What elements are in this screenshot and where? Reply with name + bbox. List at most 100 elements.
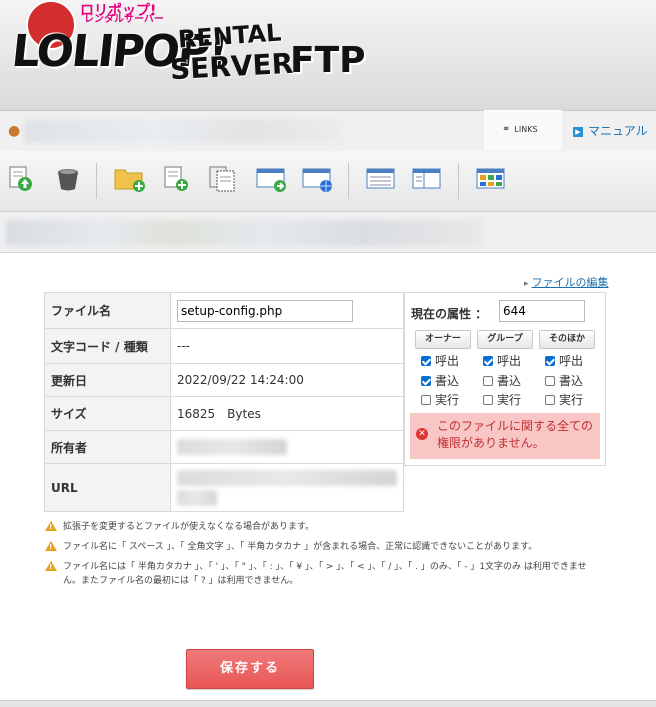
url-label: URL [44, 463, 171, 512]
warning-icon [45, 521, 57, 531]
note-item: ファイル名に「 スペース 」、「 全角文字 」、「 半角カタカナ 」が含まれる場… [44, 540, 604, 554]
other-exec-checkbox[interactable]: 実行 [545, 391, 583, 408]
web-icon [302, 168, 332, 192]
note-item: 拡張子を変更するとファイルが使えなくなる場合があります。 [44, 520, 604, 534]
table-row: 文字コード / 種類 --- [44, 328, 404, 364]
note-text: 拡張子を変更するとファイルが使えなくなる場合があります。 [63, 522, 315, 532]
table-row: 更新日 2022/09/22 14:24:00 [44, 363, 404, 397]
logo-subtitle: レンタルサーバー [84, 14, 164, 25]
new-file-button[interactable] [162, 165, 190, 193]
other-column-header: そのほか [539, 330, 595, 349]
other-read-checkbox[interactable]: 呼出 [545, 352, 583, 369]
manual-label: マニュアル [588, 124, 648, 138]
warning-icon [45, 541, 57, 551]
blurred-path [6, 220, 482, 246]
other-write-checkbox[interactable]: 書込 [545, 372, 583, 389]
encoding-value: --- [170, 328, 404, 364]
logo-server: SERVER [169, 46, 294, 87]
checkbox-label: 呼出 [559, 354, 584, 368]
group-exec-checkbox[interactable]: 実行 [483, 391, 521, 408]
checkbox-box[interactable] [545, 395, 555, 405]
delete-button[interactable] [54, 165, 82, 193]
group-read-checkbox[interactable]: 呼出 [483, 352, 521, 369]
checkbox-box[interactable] [545, 376, 555, 386]
notes: 拡張子を変更するとファイルが使えなくなる場合があります。 ファイル名に「 スペー… [44, 520, 604, 594]
permission-error: ✕ このファイルに関する全ての権限がありません。 [410, 413, 600, 459]
edit-file-link[interactable]: ファイルの編集 [524, 274, 609, 290]
file-info-table: ファイル名 文字コード / 種類 --- 更新日 2022/09/22 14:2… [44, 292, 404, 512]
size-label: サイズ [44, 396, 171, 431]
save-button[interactable]: 保存する [186, 649, 314, 689]
filename-label: ファイル名 [44, 292, 171, 329]
new-folder-button[interactable] [114, 165, 145, 193]
new-folder-icon [114, 169, 145, 192]
user-icon: ● [8, 123, 21, 139]
checkbox-box[interactable] [421, 356, 431, 366]
list-view-icon [366, 168, 395, 189]
link-icon: ⚭ [502, 124, 511, 135]
owner-label: 所有者 [44, 430, 171, 464]
table-row: URL [44, 463, 404, 512]
trash-icon [58, 169, 78, 191]
blurred-url [177, 469, 397, 486]
move-icon [256, 168, 286, 192]
filename-input[interactable] [177, 299, 353, 322]
url-cell [170, 463, 404, 512]
error-icon: ✕ [416, 428, 428, 440]
play-icon: ▶ [573, 126, 583, 137]
copy-button[interactable] [208, 165, 236, 193]
checkbox-box[interactable] [483, 356, 493, 366]
size-value: 16825 Bytes [170, 396, 404, 431]
checkbox-box[interactable] [421, 395, 431, 405]
checkbox-box[interactable] [483, 376, 493, 386]
blurred-account-info [24, 119, 344, 143]
copy-icon [209, 166, 235, 192]
toolbar-separator [458, 163, 459, 199]
list-view-button[interactable] [366, 165, 395, 193]
permissions-panel: 現在の属性 ： オーナー グループ そのほか 呼出 呼出 呼出 書込 書込 書込… [404, 292, 606, 466]
owner-write-checkbox[interactable]: 書込 [421, 372, 459, 389]
manual-link[interactable]: ▶ マニュアル [573, 122, 648, 139]
note-item: ファイル名には「 半角カタカナ 」、「 ' 」、「 " 」、「 : 」、「 ¥ … [44, 560, 604, 588]
permission-error-text: このファイルに関する全ての権限がありません。 [437, 419, 594, 450]
table-row: 所有者 [44, 430, 404, 464]
permission-title: 現在の属性 ： [411, 307, 488, 321]
group-write-checkbox[interactable]: 書込 [483, 372, 521, 389]
owner-exec-checkbox[interactable]: 実行 [421, 391, 459, 408]
permission-input[interactable] [499, 300, 585, 322]
toolbar-separator [348, 163, 349, 199]
checkbox-label: 書込 [559, 374, 584, 388]
checkbox-label: 実行 [559, 393, 584, 407]
table-row: ファイル名 [44, 292, 404, 329]
checkbox-box[interactable] [483, 395, 493, 405]
checkbox-label: 実行 [435, 393, 460, 407]
thumbnail-view-button[interactable] [476, 165, 505, 193]
owner-read-checkbox[interactable]: 呼出 [421, 352, 459, 369]
checkbox-label: 書込 [497, 374, 522, 388]
filename-cell [170, 292, 404, 329]
upload-file-icon [9, 166, 32, 191]
checkbox-label: 呼出 [435, 354, 460, 368]
header-banner: ロリポップ! レンタルサーバー LOLIPOP! RENTAL SERVER F… [0, 0, 656, 110]
date-value: 2022/09/22 14:24:00 [170, 363, 404, 397]
web-view-button[interactable] [302, 165, 332, 193]
warning-icon [45, 561, 57, 571]
checkbox-box[interactable] [545, 356, 555, 366]
encoding-label: 文字コード / 種類 [44, 328, 171, 364]
new-file-icon [164, 166, 188, 191]
note-text: ファイル名には「 半角カタカナ 」、「 ' 」、「 " 」、「 : 」、「 ¥ … [63, 562, 587, 586]
owner-cell [170, 430, 404, 464]
thumbnail-view-icon [476, 168, 505, 189]
owner-column-header: オーナー [415, 330, 471, 349]
upload-file-button[interactable] [6, 165, 34, 193]
toolbar-separator [96, 163, 97, 199]
checkbox-box[interactable] [421, 376, 431, 386]
blurred-owner [177, 439, 287, 455]
move-button[interactable] [256, 165, 286, 193]
split-view-button[interactable] [412, 165, 441, 193]
checkbox-label: 呼出 [497, 354, 522, 368]
links-label: LINKS [514, 125, 538, 134]
links-button[interactable]: ⚭ LINKS [502, 124, 538, 135]
note-text: ファイル名に「 スペース 」、「 全角文字 」、「 半角カタカナ 」が含まれる場… [63, 542, 538, 552]
blurred-url [177, 489, 217, 506]
